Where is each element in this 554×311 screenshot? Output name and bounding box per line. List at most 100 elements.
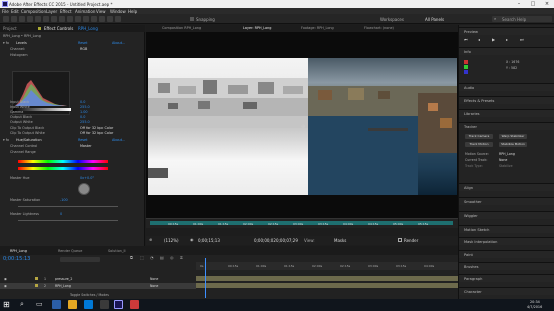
after-effects-taskbar-icon[interactable] <box>114 300 123 309</box>
brush-tool-icon[interactable] <box>83 16 89 22</box>
layer-row-2[interactable]: ◉ 2 RPH_Long None <box>0 283 196 289</box>
audio-section[interactable]: Audio <box>459 83 554 91</box>
character-section[interactable]: Character <box>459 287 554 295</box>
warp-stabilizer-button[interactable]: Warp Stabilizer <box>499 134 527 139</box>
zoom-tool-icon[interactable] <box>27 16 33 22</box>
track-camera-button[interactable]: Track Camera <box>465 134 493 139</box>
rotate-tool-icon[interactable] <box>35 16 41 22</box>
pan-behind-tool-icon[interactable] <box>51 16 57 22</box>
paragraph-section[interactable]: Paragraph <box>459 274 554 282</box>
eye-icon[interactable]: ◉ <box>4 277 7 282</box>
camera-tool-icon[interactable] <box>43 16 49 22</box>
task-view-icon[interactable]: ▭ <box>36 300 43 308</box>
current-time-indicator[interactable] <box>205 258 206 298</box>
motion-source-dropdown[interactable]: RPH_Long <box>499 152 515 157</box>
saturation-slider[interactable] <box>18 206 118 207</box>
eye-icon[interactable]: ◉ <box>4 284 7 289</box>
prev-frame-icon[interactable]: ◂ <box>478 37 480 42</box>
tab-solution[interactable]: Solution_II <box>108 249 126 254</box>
label-color-icon[interactable] <box>35 277 38 280</box>
channel-dropdown[interactable]: RGB <box>80 47 87 51</box>
taskbar-app-icon[interactable] <box>100 300 109 309</box>
pen-tool-icon[interactable] <box>67 16 73 22</box>
master-lightness-value[interactable]: 0 <box>60 212 62 216</box>
maximize-button[interactable]: □ <box>526 0 540 8</box>
draft-3d-icon[interactable]: ⬚ <box>140 255 144 260</box>
graph-editor-icon[interactable]: ⧖ <box>180 255 183 260</box>
tab-render-queue[interactable]: Render Queue <box>58 249 82 254</box>
home-tool-icon[interactable] <box>3 16 9 22</box>
master-hue-dial[interactable] <box>78 183 90 195</box>
puppet-tool-icon[interactable] <box>115 16 121 22</box>
brushes-section[interactable]: Brushes <box>459 262 554 270</box>
preview-section[interactable]: Preview <box>459 27 554 35</box>
levels-reset-button[interactable]: Reset <box>78 41 87 45</box>
comp-flowchart-icon[interactable]: ⧉ <box>130 255 133 260</box>
tab-flowchart[interactable]: Flowchart: (none) <box>364 26 394 30</box>
hue-sat-reset-button[interactable]: Reset <box>78 138 87 142</box>
track-type-dropdown[interactable]: Stabilize <box>499 164 513 169</box>
layer-1-duration-bar[interactable] <box>196 276 458 281</box>
toggle-switches-modes[interactable]: Toggle Switches / Modes <box>70 293 109 298</box>
motion-sketch-section[interactable]: Motion Sketch <box>459 225 554 233</box>
search-help-input[interactable]: ⌕ Search Help <box>492 16 552 22</box>
clip-white-dropdown[interactable]: Off for 32 bpc Color <box>80 131 113 135</box>
channel-range-hue-bar-bottom[interactable] <box>18 167 108 170</box>
hand-tool-icon[interactable] <box>19 16 25 22</box>
search-icon[interactable]: ⌕ <box>20 300 24 309</box>
layer-name[interactable]: RPH_Long <box>55 284 71 289</box>
tracker-section[interactable]: Tracker <box>459 122 554 130</box>
levels-about-button[interactable]: About... <box>112 41 125 45</box>
close-button[interactable]: × <box>540 0 554 8</box>
type-tool-icon[interactable] <box>75 16 81 22</box>
windows-start-icon[interactable]: ⊞ <box>3 300 10 309</box>
layer-row-1[interactable]: ◉ 1 pressure_2 None <box>0 276 196 282</box>
output-white-value[interactable]: 255.0 <box>80 120 90 124</box>
timeline-timecode[interactable]: 0;00:15:13 <box>3 256 30 262</box>
play-icon[interactable]: ▶ <box>492 37 495 42</box>
selection-tool-icon[interactable] <box>11 16 17 22</box>
tab-layer-viewer[interactable]: Layer: RPH_Long <box>243 26 271 30</box>
align-section[interactable]: Align <box>459 183 554 191</box>
store-icon[interactable] <box>84 300 93 309</box>
media-app-icon[interactable] <box>130 300 139 309</box>
workspace-dropdown[interactable]: All Panels <box>425 17 444 22</box>
view-dropdown[interactable]: Masks <box>334 238 346 243</box>
first-frame-icon[interactable]: ⏮ <box>464 37 468 42</box>
effects-presets-section[interactable]: Effects & Presets <box>459 96 554 104</box>
mask-tool-icon[interactable] <box>59 16 65 22</box>
frame-blending-icon[interactable]: ▤ <box>160 255 164 260</box>
tab-project[interactable]: Project <box>3 26 17 31</box>
motion-blur-icon[interactable]: ◎ <box>170 255 174 260</box>
parent-dropdown[interactable]: None <box>150 277 158 282</box>
last-frame-icon[interactable]: ⏭ <box>520 37 524 42</box>
hue-sat-about-button[interactable]: About... <box>112 138 125 142</box>
wiggler-section[interactable]: Wiggler <box>459 211 554 219</box>
roto-brush-tool-icon[interactable] <box>107 16 113 22</box>
zoom-dropdown[interactable]: (112%) <box>164 238 179 243</box>
shy-icon[interactable]: ◔ <box>150 255 154 260</box>
tab-layer-name[interactable]: RPH_Long <box>78 26 98 31</box>
edge-browser-icon[interactable] <box>52 300 61 309</box>
file-explorer-icon[interactable] <box>68 300 77 309</box>
libraries-section[interactable]: Libraries <box>459 109 554 117</box>
paint-section[interactable]: Paint <box>459 250 554 258</box>
label-color-icon[interactable] <box>35 284 38 287</box>
layer-search-input[interactable] <box>60 257 100 262</box>
smoother-section[interactable]: Smoother <box>459 197 554 205</box>
clone-tool-icon[interactable] <box>91 16 97 22</box>
channel-range-hue-bar-top[interactable] <box>18 160 108 163</box>
stabilize-motion-button[interactable]: Stabilize Motion <box>499 142 527 147</box>
track-motion-button[interactable]: Track Motion <box>465 142 493 147</box>
channel-control-dropdown[interactable]: Master <box>80 144 92 148</box>
tab-timeline-comp[interactable]: RPH_Long <box>10 249 27 254</box>
render-checkbox[interactable] <box>398 238 402 242</box>
layer-2-duration-bar[interactable] <box>196 283 458 288</box>
current-track-dropdown[interactable]: None <box>499 158 507 163</box>
magnifier-icon[interactable]: ⊕ <box>149 237 152 242</box>
snapping-label[interactable]: Snapping <box>196 17 215 22</box>
layer-name[interactable]: pressure_2 <box>55 277 72 282</box>
camera-icon[interactable]: ◉ <box>190 237 194 242</box>
tab-effect-controls[interactable]: Effect Controls <box>44 26 73 31</box>
tab-footage[interactable]: Footage: RPH_Long <box>301 26 334 30</box>
